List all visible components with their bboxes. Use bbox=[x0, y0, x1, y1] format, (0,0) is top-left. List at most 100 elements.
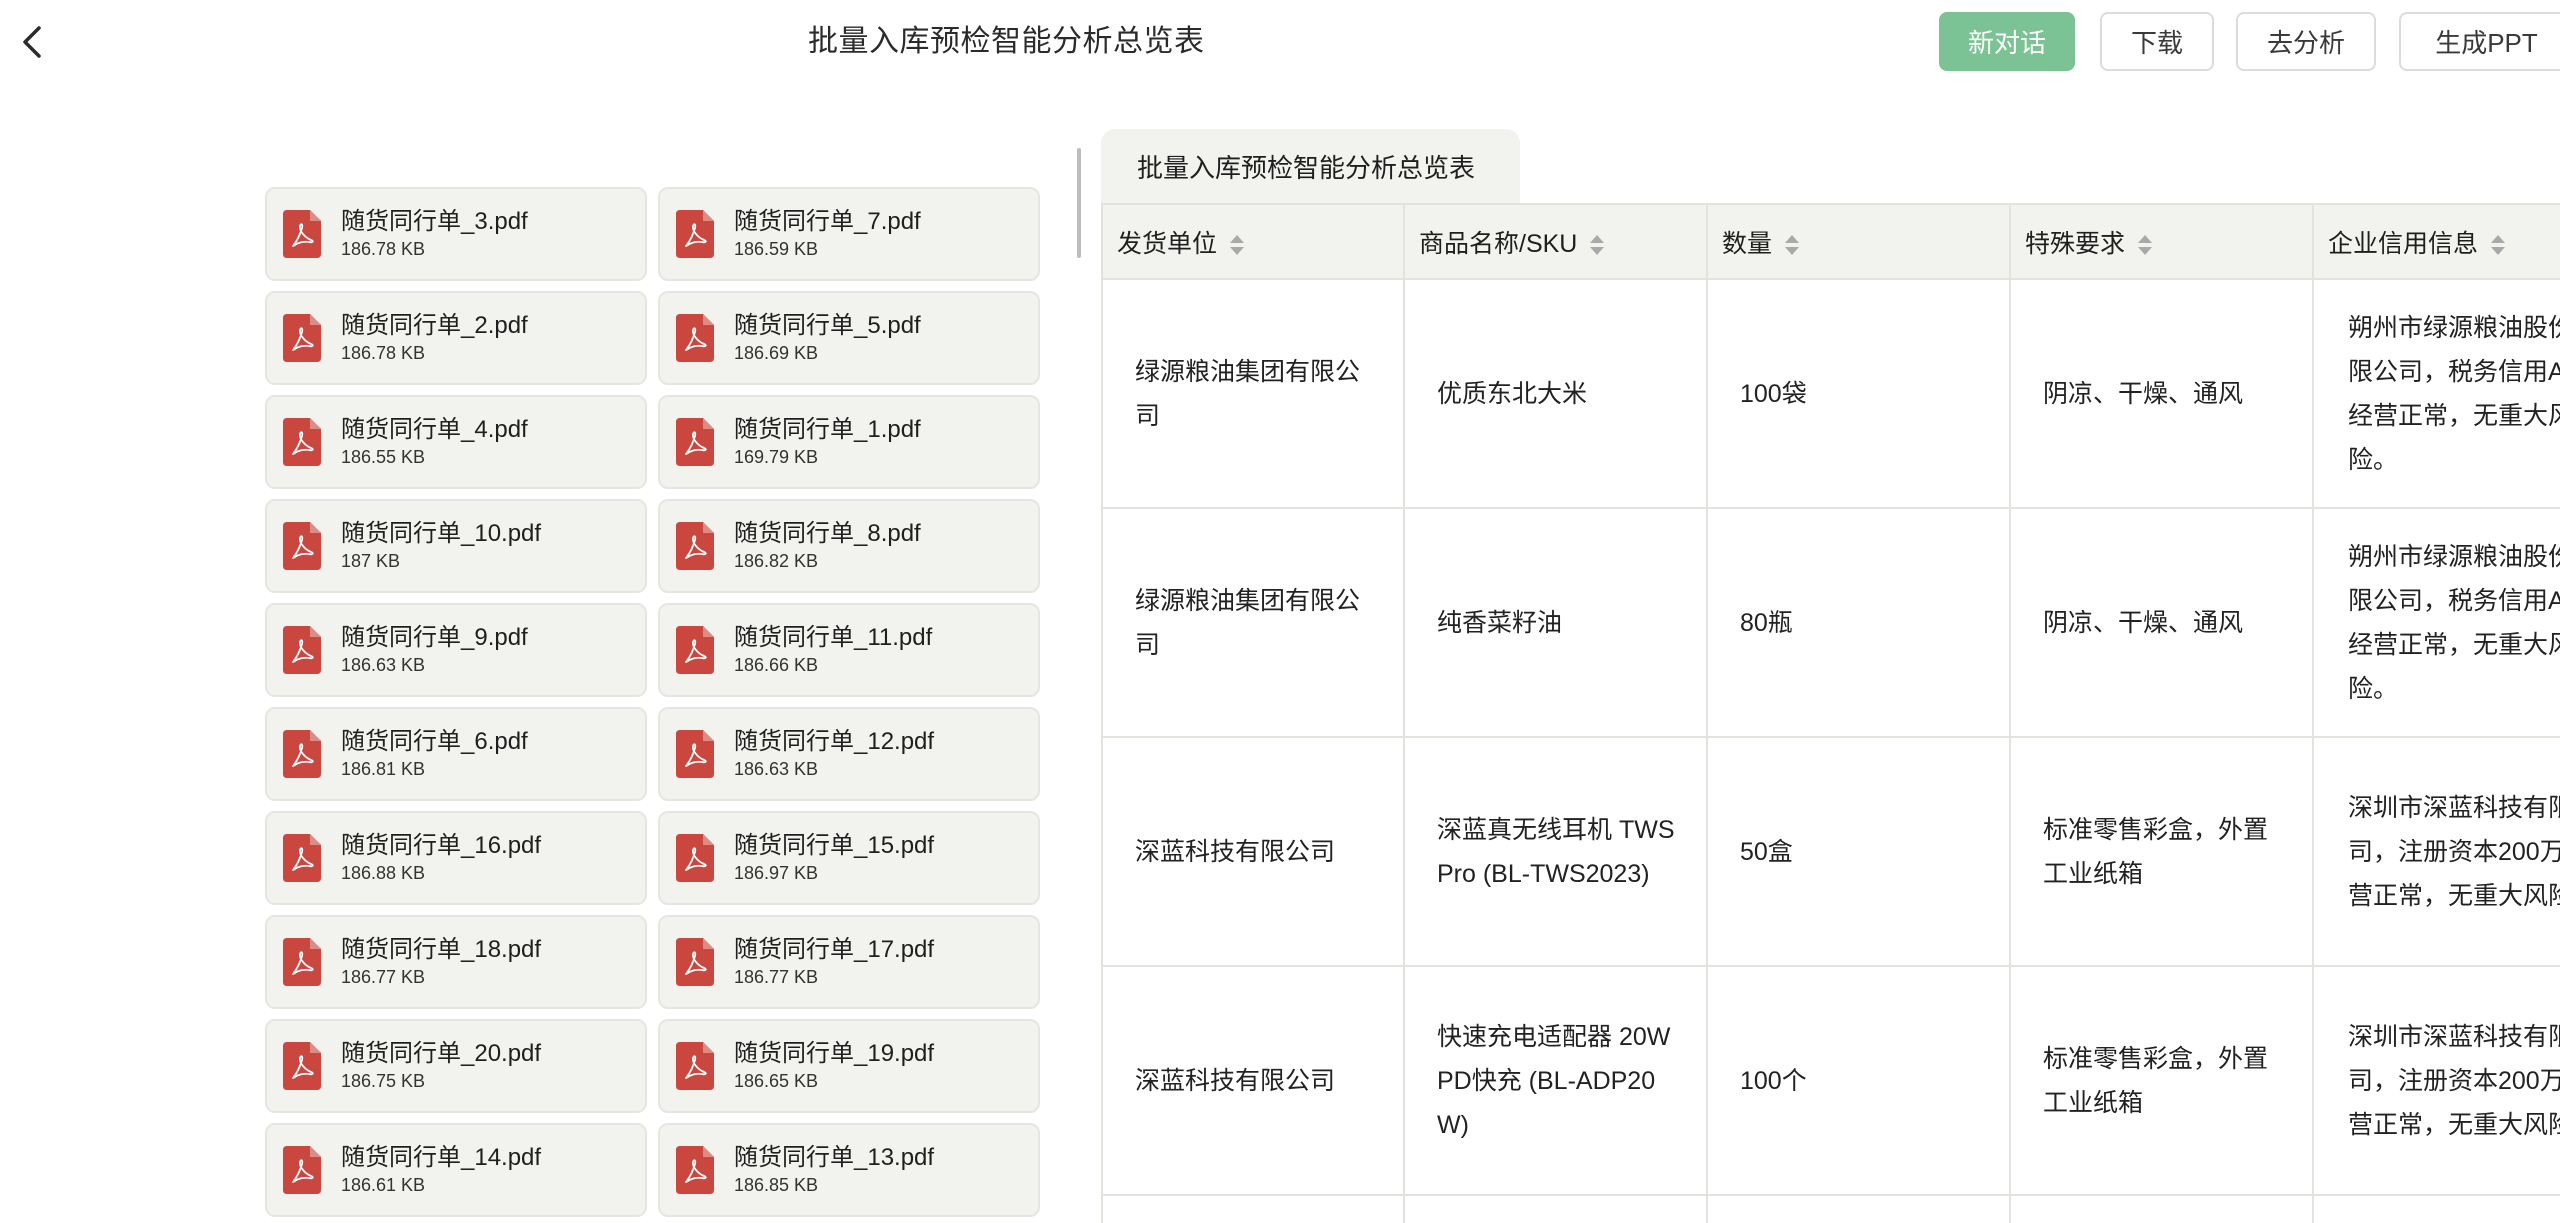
pdf-icon bbox=[676, 314, 714, 362]
tab-overview[interactable]: 批量入库预检智能分析总览表 bbox=[1101, 129, 1520, 203]
column-header[interactable]: 发货单位 bbox=[1101, 205, 1404, 280]
table-row[interactable]: 绿源粮油集团有限公司纯香菜籽油80瓶阴凉、干燥、通风朔州市绿源粮油股份有限公司，… bbox=[1101, 508, 2560, 738]
column-header-label: 企业信用信息 bbox=[2328, 229, 2479, 258]
analyze-button[interactable]: 去分析 bbox=[2236, 12, 2376, 71]
file-name: 随货同行单_12.pdf bbox=[734, 728, 935, 755]
column-header[interactable]: 数量 bbox=[1706, 205, 2010, 280]
file-card[interactable]: 随货同行单_11.pdf 186.66 KB bbox=[658, 603, 1040, 697]
table-cell bbox=[1706, 1195, 2010, 1223]
file-size: 186.78 KB bbox=[341, 343, 426, 363]
pdf-icon bbox=[283, 1146, 321, 1194]
file-info: 随货同行单_10.pdf 187 KB bbox=[341, 519, 541, 573]
file-card[interactable]: 随货同行单_20.pdf 186.75 KB bbox=[265, 1019, 647, 1113]
file-size: 186.66 KB bbox=[734, 655, 819, 675]
file-size: 186.88 KB bbox=[341, 863, 426, 883]
file-info: 随货同行单_13.pdf 186.85 KB bbox=[734, 1143, 934, 1197]
table-cell: 深圳市深蓝科技有限公司，注册资本200万，经营正常，无重大风险。 bbox=[2312, 966, 2560, 1196]
file-size: 186.78 KB bbox=[341, 239, 426, 259]
file-card[interactable]: 随货同行单_19.pdf 186.65 KB bbox=[658, 1019, 1040, 1113]
table-cell: 标准零售彩盒，外置工业纸箱 bbox=[2009, 966, 2313, 1196]
file-size: 186.65 KB bbox=[734, 1071, 819, 1091]
file-name: 随货同行单_1.pdf bbox=[734, 416, 921, 443]
file-card[interactable]: 随货同行单_15.pdf 186.97 KB bbox=[658, 811, 1040, 905]
file-name: 随货同行单_19.pdf bbox=[734, 1040, 935, 1067]
table-row[interactable]: 深蓝科技有限公司 深蓝真无线耳机 TWS Pro (BL-TWS2023) 50盒标… bbox=[1101, 737, 2560, 967]
file-card[interactable]: 随货同行单_1.pdf 169.79 KB bbox=[658, 395, 1040, 489]
file-size: 186.75 KB bbox=[341, 1071, 426, 1091]
new-chat-button[interactable]: 新对话 bbox=[1939, 12, 2075, 71]
pdf-icon bbox=[676, 1146, 714, 1194]
file-info: 随货同行单_6.pdf 186.81 KB bbox=[341, 727, 528, 781]
generate-ppt-button[interactable]: 生成PPT bbox=[2399, 12, 2560, 71]
column-header[interactable]: 商品名称/SKU bbox=[1403, 205, 1707, 280]
file-card[interactable]: 随货同行单_6.pdf 186.81 KB bbox=[265, 707, 647, 801]
table-cell bbox=[1403, 1195, 1707, 1223]
file-info: 随货同行单_20.pdf 186.75 KB bbox=[341, 1039, 541, 1093]
file-list-scrollbar[interactable] bbox=[1077, 148, 1081, 258]
column-header[interactable]: 特殊要求 bbox=[2009, 205, 2313, 280]
file-card[interactable]: 随货同行单_5.pdf 186.69 KB bbox=[658, 291, 1040, 385]
table-row[interactable] bbox=[1101, 1195, 2560, 1223]
file-card[interactable]: 随货同行单_14.pdf 186.61 KB bbox=[265, 1123, 647, 1217]
pdf-icon bbox=[283, 1042, 321, 1090]
file-card[interactable]: 随货同行单_7.pdf 186.59 KB bbox=[658, 187, 1040, 281]
sort-icon[interactable] bbox=[1784, 234, 1800, 256]
file-card[interactable]: 随货同行单_17.pdf 186.77 KB bbox=[658, 915, 1040, 1009]
file-card[interactable]: 随货同行单_18.pdf 186.77 KB bbox=[265, 915, 647, 1009]
file-name: 随货同行单_20.pdf bbox=[341, 1040, 542, 1067]
table-row[interactable]: 绿源粮油集团有限公司优质东北大米100袋阴凉、干燥、通风朔州市绿源粮油股份有限公… bbox=[1101, 279, 2560, 509]
file-size: 186.77 KB bbox=[341, 967, 426, 987]
pdf-icon bbox=[676, 522, 714, 570]
pdf-icon bbox=[676, 938, 714, 986]
pdf-icon bbox=[283, 938, 321, 986]
file-size: 169.79 KB bbox=[734, 447, 819, 467]
file-card[interactable]: 随货同行单_10.pdf 187 KB bbox=[265, 499, 647, 593]
pdf-icon bbox=[283, 314, 321, 362]
file-size: 186.85 KB bbox=[734, 1175, 819, 1195]
file-size: 186.77 KB bbox=[734, 967, 819, 987]
table-cell: 深蓝真无线耳机 TWS Pro (BL-TWS2023) bbox=[1403, 737, 1707, 967]
table-row[interactable]: 深蓝科技有限公司 快速充电适配器 20W PD快充 (BL-ADP20W) 100个… bbox=[1101, 966, 2560, 1196]
table-cell: 50盒 bbox=[1706, 737, 2010, 967]
file-list: 随货同行单_3.pdf 186.78 KB 随货同行单_7.pdf 186.59 KB… bbox=[265, 187, 1040, 1223]
file-name: 随货同行单_6.pdf bbox=[341, 728, 528, 755]
file-size: 186.82 KB bbox=[734, 551, 819, 571]
table-cell: 深蓝科技有限公司 bbox=[1101, 737, 1404, 967]
back-button[interactable] bbox=[14, 20, 50, 64]
file-card[interactable]: 随货同行单_9.pdf 186.63 KB bbox=[265, 603, 647, 697]
table-cell: 标准零售彩盒，外置工业纸箱 bbox=[2009, 737, 2313, 967]
sort-icon[interactable] bbox=[1229, 234, 1245, 256]
column-header-label: 特殊要求 bbox=[2025, 229, 2126, 258]
analysis-table: 发货单位 商品名称/SKU 数量 特殊要求 企业信用信息 绿源粮油集团有限公司 优质东北大… bbox=[1101, 205, 2560, 1223]
file-info: 随货同行单_5.pdf 186.69 KB bbox=[734, 311, 921, 365]
file-card[interactable]: 随货同行单_4.pdf 186.55 KB bbox=[265, 395, 647, 489]
file-card[interactable]: 随货同行单_16.pdf 186.88 KB bbox=[265, 811, 647, 905]
column-header[interactable]: 企业信用信息 bbox=[2312, 205, 2560, 280]
file-card[interactable]: 随货同行单_12.pdf 186.63 KB bbox=[658, 707, 1040, 801]
file-card[interactable]: 随货同行单_13.pdf 186.85 KB bbox=[658, 1123, 1040, 1217]
file-size: 186.61 KB bbox=[341, 1175, 426, 1195]
file-card[interactable]: 随货同行单_2.pdf 186.78 KB bbox=[265, 291, 647, 385]
file-name: 随货同行单_16.pdf bbox=[341, 832, 542, 859]
download-button[interactable]: 下载 bbox=[2100, 12, 2214, 71]
file-card[interactable]: 随货同行单_3.pdf 186.78 KB bbox=[265, 187, 647, 281]
pdf-icon bbox=[283, 834, 321, 882]
file-size: 186.97 KB bbox=[734, 863, 819, 883]
sort-icon[interactable] bbox=[2137, 234, 2153, 256]
table-cell: 优质东北大米 bbox=[1403, 279, 1707, 509]
sort-icon[interactable] bbox=[2490, 234, 2506, 256]
table-cell: 绿源粮油集团有限公司 bbox=[1101, 279, 1404, 509]
file-name: 随货同行单_13.pdf bbox=[734, 1144, 935, 1171]
file-size: 186.63 KB bbox=[341, 655, 426, 675]
analysis-table-container: 发货单位 商品名称/SKU 数量 特殊要求 企业信用信息 绿源粮油集团有限公司 优质东北大… bbox=[1101, 203, 2560, 1223]
table-cell: 80瓶 bbox=[1706, 508, 2010, 738]
file-info: 随货同行单_19.pdf 186.65 KB bbox=[734, 1039, 934, 1093]
pdf-icon bbox=[676, 210, 714, 258]
file-card[interactable]: 随货同行单_8.pdf 186.82 KB bbox=[658, 499, 1040, 593]
table-cell bbox=[1101, 1195, 1404, 1223]
sort-icon[interactable] bbox=[1589, 234, 1605, 256]
file-name: 随货同行单_9.pdf bbox=[341, 624, 528, 651]
file-name: 随货同行单_2.pdf bbox=[341, 312, 528, 339]
table-header-row: 发货单位 商品名称/SKU 数量 特殊要求 企业信用信息 bbox=[1101, 205, 2560, 280]
table-body: 绿源粮油集团有限公司优质东北大米100袋阴凉、干燥、通风朔州市绿源粮油股份有限公… bbox=[1101, 279, 2560, 1223]
